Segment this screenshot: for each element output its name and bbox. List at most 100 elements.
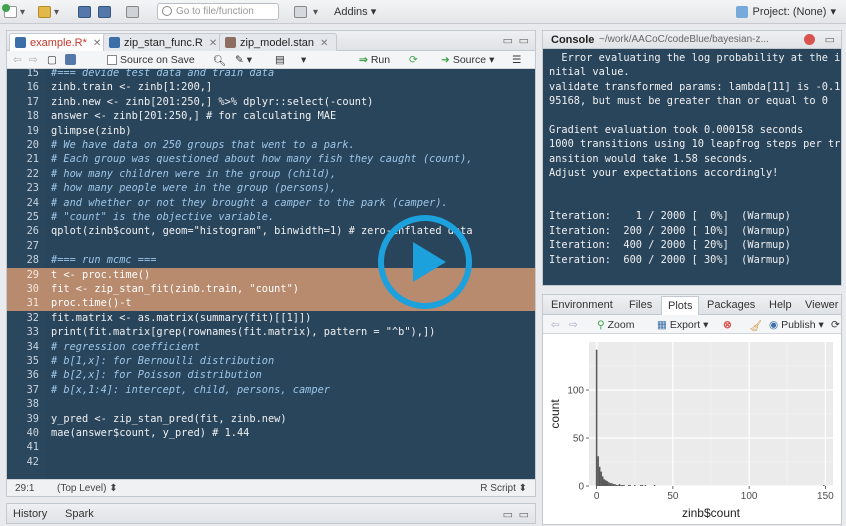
source-button[interactable]: ➜ Source ▾ — [441, 54, 494, 66]
publish-button[interactable]: ◉ Publish ▾ — [769, 319, 824, 331]
code-line[interactable]: 35 # b[1,x]: for Bernoulli distribution — [7, 354, 535, 368]
code-line[interactable]: 19 glimpse(zinb) — [7, 124, 535, 138]
more-menu[interactable]: ▾ — [301, 54, 306, 66]
code-line[interactable]: 39 y_pred <- zip_stan_pred(fit, zinb.new) — [7, 412, 535, 426]
save-all-button[interactable] — [98, 4, 111, 20]
code-text: # b[2,x]: for Poisson distribution — [51, 369, 262, 382]
histogram-bar — [614, 484, 616, 486]
code-text: answer <- zinb[201:250,] # for calculati… — [51, 110, 337, 123]
code-tools-icon[interactable]: ✎ ▾ — [235, 54, 252, 66]
tab-spark[interactable]: Spark — [65, 508, 94, 520]
line-number: 18 — [26, 110, 39, 123]
line-number: 35 — [26, 355, 39, 367]
goto-placeholder: Go to file/function — [176, 6, 254, 17]
code-line[interactable]: 32 fit.matrix <- as.matrix(summary(fit)[[… — [7, 311, 535, 325]
compile-report-icon[interactable]: ▤ — [275, 54, 285, 66]
find-icon[interactable]: 🔍︎ — [213, 54, 226, 67]
new-file-button[interactable]: ▾ — [2, 4, 25, 20]
project-menu[interactable]: Project: (None) ▾ — [736, 5, 836, 18]
code-line[interactable]: 37 # b[x,1:4]: intercept, child, persons,… — [7, 383, 535, 397]
console-output[interactable]: Error evaluating the log probability at … — [543, 49, 841, 285]
tab-viewer[interactable]: Viewer — [805, 299, 838, 311]
goto-file-input[interactable]: Go to file/function — [157, 3, 279, 20]
forward-arrow-icon[interactable]: ⇨ — [29, 54, 38, 66]
code-line[interactable]: 16 zinb.train <- zinb[1:200,] — [7, 80, 535, 94]
y-tick-label: 0 — [578, 482, 584, 493]
histogram-bar — [633, 485, 636, 486]
code-line[interactable]: 25 # "count" is the objective variable. — [7, 210, 535, 224]
histogram-bar — [603, 479, 606, 486]
code-line[interactable]: 18 answer <- zinb[201:250,] # for calcula… — [7, 109, 535, 123]
zoom-button[interactable]: ⚲ Zoom — [597, 319, 634, 331]
maximize-pane-icon[interactable]: ▭ — [519, 508, 529, 521]
forward-arrow-icon[interactable]: ⇨ — [569, 319, 578, 331]
code-line[interactable]: 17 zinb.new <- zinb[201:250,] %>% dplyr::… — [7, 95, 535, 109]
workspace-panes-button[interactable]: ▾ — [294, 4, 318, 20]
tab-environment[interactable]: Environment — [551, 299, 613, 311]
code-line[interactable]: 41 — [7, 440, 535, 454]
code-line[interactable]: 36 # b[2,x]: for Poisson distribution — [7, 368, 535, 382]
video-play-button[interactable] — [378, 215, 472, 309]
minimize-pane-icon[interactable]: ▭ — [503, 508, 513, 521]
outline-icon[interactable]: ☰ — [512, 54, 521, 66]
histogram-bar — [629, 485, 631, 486]
close-icon[interactable]: ✕ — [93, 38, 101, 49]
scope-selector[interactable]: (Top Level) ⬍ — [57, 483, 118, 494]
tab-files[interactable]: Files — [629, 299, 652, 311]
code-line[interactable]: 24 # and whether or not they brought a ca… — [7, 196, 535, 210]
maximize-pane-icon[interactable]: ▭ — [825, 33, 835, 46]
grid-icon — [294, 6, 307, 18]
export-button[interactable]: ▦ Export ▾ — [657, 319, 708, 331]
refresh-icon[interactable]: ⟳ — [831, 319, 840, 331]
source-on-save-checkbox[interactable]: Source on Save — [107, 54, 195, 66]
histogram-bar — [595, 349, 598, 486]
back-arrow-icon[interactable]: ⇦ — [13, 54, 22, 66]
code-line[interactable]: 38 — [7, 397, 535, 411]
code-line[interactable]: 15 #=== devide test data and train data — [7, 69, 535, 80]
x-tick-label: 150 — [817, 491, 834, 502]
maximize-pane-icon[interactable]: ▭ — [519, 34, 529, 47]
tab-zip-model-stan[interactable]: zip_model.stan ✕ — [219, 33, 338, 51]
code-line[interactable]: 34 # regression coefficient — [7, 340, 535, 354]
run-button[interactable]: ⇒ Run — [359, 54, 390, 66]
close-icon[interactable]: ✕ — [209, 38, 217, 49]
close-icon[interactable]: ✕ — [320, 38, 328, 49]
stop-icon[interactable] — [804, 34, 815, 45]
code-line[interactable]: 42 — [7, 455, 535, 469]
back-arrow-icon[interactable]: ⇦ — [551, 319, 560, 331]
open-in-window-icon[interactable]: ▢ — [47, 54, 57, 66]
histogram-bar — [627, 485, 630, 486]
clear-plots-icon[interactable]: 🧹︎ — [749, 319, 762, 332]
tab-example-r[interactable]: example.R* ✕ — [9, 33, 111, 51]
save-button[interactable] — [78, 4, 91, 20]
console-title[interactable]: Console — [551, 34, 594, 46]
line-number: 41 — [26, 441, 39, 454]
console-line: Iteration: 200 / 2000 [ 10%] (Warmup) — [549, 224, 791, 237]
tab-history[interactable]: History — [13, 508, 47, 520]
rerun-button[interactable]: ⟳ — [409, 54, 418, 66]
code-line[interactable]: 31 proc.time()-t — [7, 296, 535, 311]
filetype-selector[interactable]: R Script ⬍ — [480, 483, 527, 494]
y-tick-label: 50 — [573, 434, 585, 445]
working-directory[interactable]: ~/work/AACoC/codeBlue/bayesian-z... — [599, 34, 769, 45]
tab-packages[interactable]: Packages — [707, 299, 755, 311]
save-icon[interactable] — [65, 54, 76, 65]
console-line: Iteration: 1 / 2000 [ 0%] (Warmup) — [549, 210, 791, 223]
code-line[interactable]: 20 # We have data on 250 groups that went… — [7, 138, 535, 152]
minimize-pane-icon[interactable]: ▭ — [503, 34, 513, 47]
line-number: 42 — [26, 455, 39, 468]
open-file-button[interactable]: ▾ — [38, 4, 59, 20]
remove-plot-icon[interactable]: ⊗ — [723, 319, 732, 331]
histogram-bar — [644, 485, 647, 486]
tab-help[interactable]: Help — [769, 299, 792, 311]
print-button[interactable] — [126, 4, 139, 20]
tab-zip-stan-func[interactable]: zip_stan_func.R ✕ — [103, 33, 227, 51]
tab-plots[interactable]: Plots — [661, 296, 700, 316]
code-text: proc.time()-t — [51, 297, 132, 310]
code-line[interactable]: 22 # how many children were in the group … — [7, 167, 535, 181]
code-line[interactable]: 40 mae(answer$count, y_pred) # 1.44 — [7, 426, 535, 440]
code-line[interactable]: 33 print(fit.matrix[grep(rownames(fit.mat… — [7, 325, 535, 339]
addins-menu[interactable]: Addins ▾ — [334, 5, 376, 18]
code-line[interactable]: 21 # Each group was questioned about how … — [7, 152, 535, 166]
code-line[interactable]: 23 # how many people were in the group (p… — [7, 181, 535, 195]
